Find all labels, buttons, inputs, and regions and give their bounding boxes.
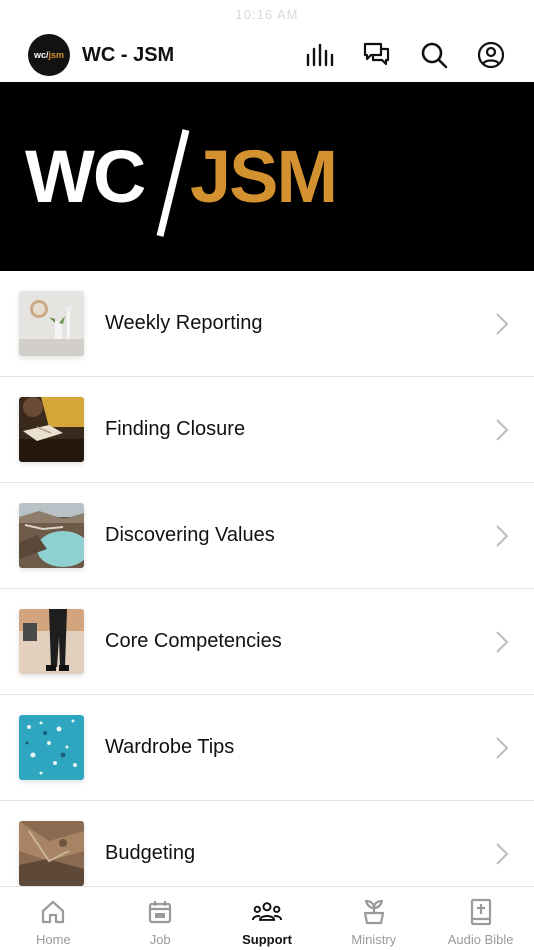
chevron-right-icon (482, 622, 522, 662)
home-icon (38, 897, 68, 927)
list-item-label: Finding Closure (105, 418, 246, 440)
hero-banner: WC JSM (0, 82, 534, 271)
chevron-right-icon (482, 728, 522, 768)
tab-label: Audio Bible (447, 932, 514, 947)
app-logo[interactable]: wc/jsm (28, 34, 70, 76)
app-header: wc/jsm WC - JSM (0, 28, 534, 82)
list-item[interactable]: Core Competencies (0, 589, 534, 695)
list-item[interactable]: Finding Closure (0, 377, 534, 483)
status-bar: 10:16 AM (0, 0, 534, 28)
chevron-right-icon (482, 834, 522, 874)
group-icon (251, 897, 282, 927)
wardrobe-tips-thumbnail (19, 715, 84, 780)
list-item[interactable]: Wardrobe Tips (0, 695, 534, 801)
profile-icon[interactable] (475, 40, 506, 71)
tab-audio-bible[interactable]: Audio Bible (427, 887, 534, 950)
calendar-icon (145, 897, 175, 927)
app-logo-text: wc/ (33, 50, 49, 60)
list-item-label: Wardrobe Tips (105, 736, 235, 758)
chevron-right-icon (482, 304, 522, 344)
finding-closure-thumbnail (19, 397, 84, 462)
tab-home[interactable]: Home (0, 887, 107, 950)
bible-icon (466, 897, 496, 927)
tab-label: Home (36, 932, 71, 947)
tab-label: Job (149, 932, 171, 947)
tab-label: Ministry (351, 932, 397, 947)
header-actions (304, 40, 506, 71)
search-icon[interactable] (418, 40, 449, 71)
core-competencies-thumbnail (19, 609, 84, 674)
banner-wc-text: WC (25, 135, 146, 218)
chevron-right-icon (482, 410, 522, 450)
stats-icon[interactable] (304, 40, 335, 71)
list-item[interactable]: Weekly Reporting (0, 271, 534, 377)
banner-slash (156, 129, 190, 237)
list-item-label: Discovering Values (105, 524, 275, 546)
weekly-reporting-thumbnail (19, 291, 84, 356)
banner-jsm-text: JSM (190, 135, 338, 218)
list-item-label: Weekly Reporting (105, 312, 263, 334)
list-item[interactable]: Discovering Values (0, 483, 534, 589)
list-item-label: Budgeting (105, 842, 196, 864)
tab-job[interactable]: Job (107, 887, 214, 950)
budgeting-thumbnail (19, 821, 84, 886)
chat-icon[interactable] (361, 40, 392, 71)
list-item-label: Core Competencies (105, 630, 282, 652)
tab-support[interactable]: Support (214, 887, 321, 950)
chevron-right-icon (482, 516, 522, 556)
plant-icon (359, 897, 389, 927)
app-title: WC - JSM (82, 43, 175, 66)
bottom-tab-bar: Home Job Support Ministry Audio Bible (0, 886, 534, 950)
tab-label: Support (242, 932, 292, 947)
discovering-values-thumbnail (19, 503, 84, 568)
content-list: Weekly Reporting Finding Closure Discove… (0, 271, 534, 907)
app-logo-accent: jsm (48, 50, 65, 60)
tab-ministry[interactable]: Ministry (320, 887, 427, 950)
status-time: 10:16 AM (235, 6, 299, 22)
